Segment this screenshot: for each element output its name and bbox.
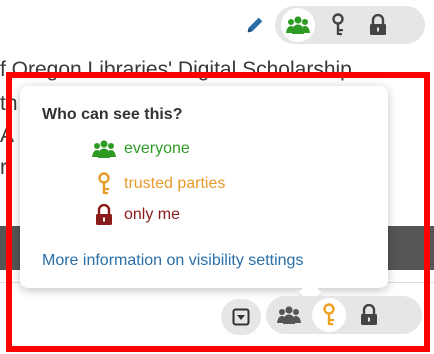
- visibility-info-link[interactable]: More information on visibility settings: [42, 252, 303, 270]
- lock-icon: [96, 204, 112, 225]
- visibility-popover: Who can see this? everyone trusted parti…: [20, 86, 388, 304]
- visibility-everyone-button[interactable]: [272, 298, 306, 332]
- background-text-line: th: [0, 92, 18, 115]
- option-label: everyone: [124, 140, 190, 157]
- pencil-icon[interactable]: [244, 14, 266, 36]
- option-only-me[interactable]: only me: [92, 204, 180, 226]
- option-trusted-parties[interactable]: trusted parties: [92, 172, 225, 196]
- visibility-trusted-button[interactable]: [312, 298, 346, 332]
- visibility-trusted-button[interactable]: [321, 8, 355, 42]
- key-icon: [98, 172, 110, 195]
- group-icon: [277, 306, 301, 324]
- option-label: only me: [124, 206, 181, 223]
- key-icon: [323, 303, 335, 326]
- background-text-line: r: [0, 156, 7, 179]
- background-text-line: A: [0, 124, 15, 147]
- visibility-toggle-top: [275, 6, 425, 44]
- group-icon: [286, 16, 310, 34]
- option-everyone[interactable]: everyone: [92, 140, 190, 158]
- option-label: trusted parties: [124, 175, 226, 192]
- lock-icon: [361, 304, 377, 325]
- key-icon: [332, 13, 344, 36]
- dropdown-button[interactable]: [221, 299, 261, 335]
- background-text-line: f Oregon Libraries' Digital Scholarship: [0, 58, 352, 81]
- visibility-only-me-button[interactable]: [361, 8, 395, 42]
- caret-down-box-icon: [232, 308, 250, 326]
- lock-icon: [370, 14, 386, 35]
- visibility-only-me-button[interactable]: [352, 298, 386, 332]
- popover-title: Who can see this?: [42, 106, 183, 123]
- visibility-everyone-button[interactable]: [281, 8, 315, 42]
- visibility-toggle-bottom: [266, 296, 422, 334]
- group-icon: [92, 140, 116, 158]
